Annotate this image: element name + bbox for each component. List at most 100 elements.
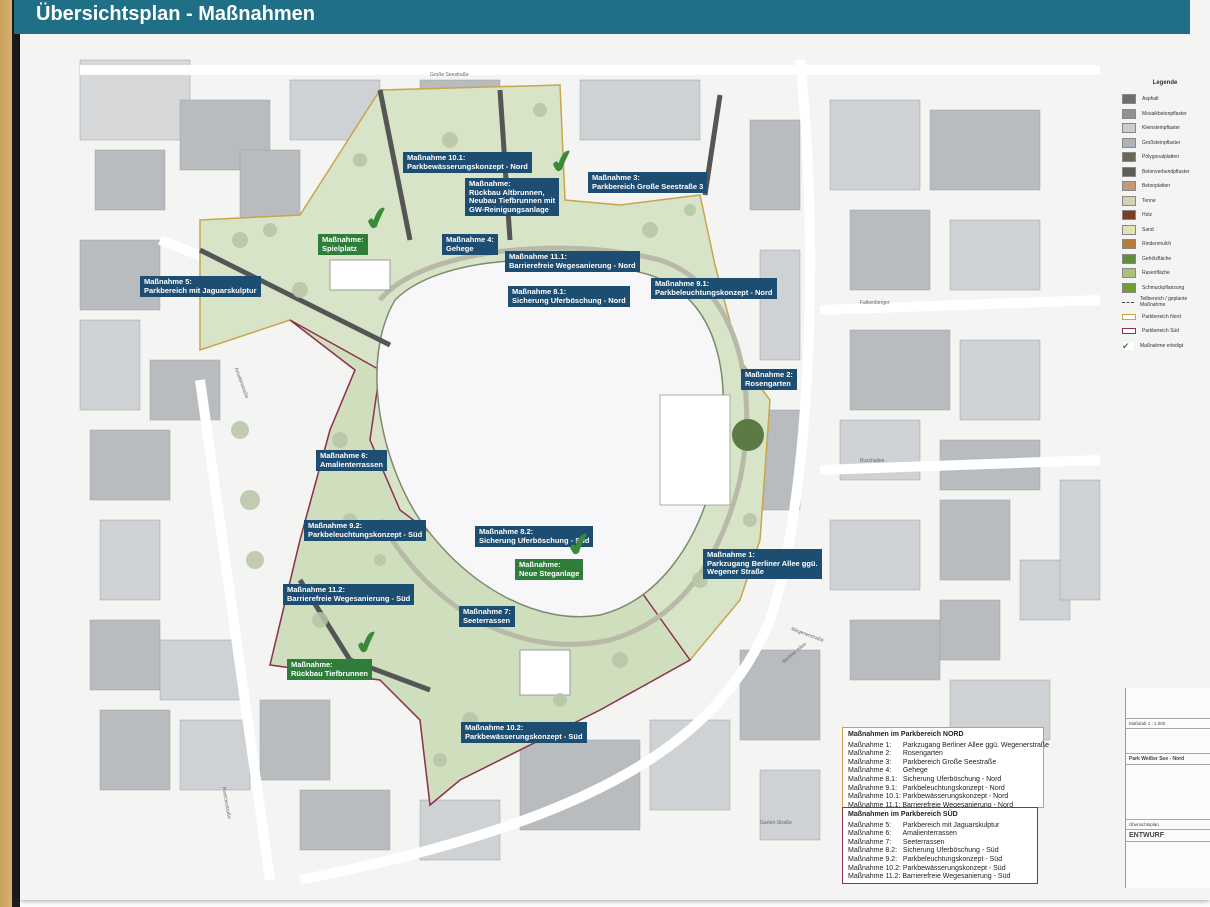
sued-measure-item: Maßnahme 6: Amalienterrassen xyxy=(848,830,957,838)
legend-label: Parkbereich Süd xyxy=(1142,328,1179,335)
sued-measure-item: Maßnahme 10.2: Parkbewässerungskonzept -… xyxy=(848,864,1006,872)
rosengarten-feature xyxy=(732,419,764,451)
label-massnahme-10-2[interactable]: Maßnahme 10.2: Parkbewässerungskonzept - … xyxy=(461,722,587,743)
legend-swatch xyxy=(1122,268,1136,279)
legend-swatch xyxy=(1122,108,1136,119)
legend-label: Sand xyxy=(1142,226,1154,233)
legend-item: Teilbereich / geplante Maßnahme xyxy=(1122,295,1208,310)
nord-measure-item: Maßnahme 4: Gehege xyxy=(848,767,928,775)
legend-swatch xyxy=(1122,328,1136,335)
label-massnahme-2[interactable]: Maßnahme 2: Rosengarten xyxy=(741,369,797,390)
legend-label: Teilbereich / geplante Maßnahme xyxy=(1140,296,1188,309)
legend-label: Maßnahme erledigt xyxy=(1140,342,1184,349)
legend-item: Betonverbundpflaster xyxy=(1122,165,1208,180)
label-massnahme-6[interactable]: Maßnahme 6: Amalienterrassen xyxy=(316,450,387,471)
label-massnahme-10-1[interactable]: Maßnahme 10.1: Parkbewässerungskonzept - … xyxy=(403,152,532,173)
legend-item: ✔ Maßnahme erledigt xyxy=(1122,339,1208,354)
dates-row xyxy=(1126,729,1210,754)
legend-item: Holz xyxy=(1122,208,1208,223)
legend-item: Schmuckpflanzung xyxy=(1122,281,1208,296)
legend-label: Gehölzfläche xyxy=(1142,255,1172,262)
spielplatz-feature xyxy=(329,259,391,291)
project-name: Park Weißer See - Nord xyxy=(1126,754,1210,765)
nord-measures-box: Maßnahmen im Parkbereich NORD Maßnahme 1… xyxy=(842,727,1050,809)
nord-measure-item: Maßnahme 8.1: Sicherung Uferböschung - N… xyxy=(848,775,1002,783)
plan-status: ENTWURF xyxy=(1126,830,1210,842)
sued-measure-item: Maßnahme 5: Parkbereich mit Jaguarskulpt… xyxy=(848,821,1000,829)
legend-swatch xyxy=(1122,137,1136,148)
legend-swatch xyxy=(1122,195,1136,206)
street-label: Garten-Straße xyxy=(760,820,792,826)
legend-swatch xyxy=(1122,253,1136,264)
legend-item: Asphalt xyxy=(1122,92,1208,107)
nord-measure-item: Maßnahme 2: Rosengarten xyxy=(848,750,943,758)
building-east xyxy=(659,394,731,506)
label-massnahme-1[interactable]: Maßnahme 1: Parkzugang Berliner Allee ggü… xyxy=(703,549,822,579)
legend-swatch: ✔ xyxy=(1122,341,1134,350)
label-massnahme-7[interactable]: Maßnahme 7: Seeterrassen xyxy=(459,606,515,627)
legend-label: Polygonalplatten xyxy=(1142,154,1179,161)
label-spielplatz[interactable]: Maßnahme: Spielplatz xyxy=(318,234,368,255)
legend-label: Betonverbundpflaster xyxy=(1142,168,1190,175)
nord-measure-item: Maßnahme 10.1: Parkbewässerungskonzept -… xyxy=(848,793,1009,801)
legend-swatch xyxy=(1122,94,1136,105)
label-massnahme-11-1[interactable]: Maßnahme 11.1: Barrierefreie Wegesanierun… xyxy=(505,251,640,272)
label-massnahme-9-2[interactable]: Maßnahme 9.2: Parkbeleuchtungskonzept - S… xyxy=(304,520,427,541)
legend-label: Parkbereich Nord xyxy=(1142,313,1181,320)
legend-label: Holz xyxy=(1142,212,1153,219)
street-label: Buschallee xyxy=(860,458,885,464)
scale-row: Maßstab 1 : 1.000 xyxy=(1126,719,1210,729)
street-label: Große Seestraße xyxy=(430,72,469,78)
legend-item: Rasenfläche xyxy=(1122,266,1208,281)
sued-measure-item: Maßnahme 7: Seeterrassen xyxy=(848,838,945,846)
legend-label: Betonplatten xyxy=(1142,183,1171,190)
legend-label: Mosaikbetonpflaster xyxy=(1142,110,1187,117)
legend-swatch xyxy=(1122,152,1136,163)
label-massnahme-8-1[interactable]: Maßnahme 8.1: Sicherung Uferböschung - No… xyxy=(508,286,630,307)
legend-swatch xyxy=(1122,224,1136,235)
legend-item: Rindenmulch xyxy=(1122,237,1208,252)
legend-swatch xyxy=(1122,313,1136,320)
plan-title-block: Maßstab 1 : 1.000 Park Weißer See - Nord… xyxy=(1125,688,1210,888)
revision-rows xyxy=(1126,688,1210,719)
legend-item: Betonplatten xyxy=(1122,179,1208,194)
label-rueckbau-altbrunnen[interactable]: Maßnahme: Rückbau Altbrunnen, Neubau Tiefb… xyxy=(465,178,560,216)
sued-measure-item: Maßnahme 8.2: Sicherung Uferböschung - S… xyxy=(848,847,999,855)
nord-measure-item: Maßnahme 1: Parkzugang Berliner Allee gg… xyxy=(848,741,1050,749)
sued-measure-item: Maßnahme 11.2: Barrierefreie Wegesanieru… xyxy=(848,873,1011,881)
legend-label: Asphalt xyxy=(1142,96,1159,103)
legend-swatch xyxy=(1122,210,1136,221)
legend-label: Rindenmulch xyxy=(1142,241,1172,248)
sued-measures-box: Maßnahmen im Parkbereich SÜD Maßnahme 5:… xyxy=(842,807,1038,884)
sued-measure-item: Maßnahme 9.2: Parkbeleuchtungskonzept - … xyxy=(848,855,1003,863)
legend-label: Schmuckpflanzung xyxy=(1142,284,1185,291)
legend-item: Polygonalplatten xyxy=(1122,150,1208,165)
plan-name: Übersichtsplan xyxy=(1126,820,1210,830)
label-massnahme-3[interactable]: Maßnahme 3: Parkbereich Große Seestraße 3 xyxy=(588,172,708,193)
legend-item: Mosaikbetonpflaster xyxy=(1122,107,1208,122)
legend-swatch xyxy=(1122,123,1136,134)
legend-swatch xyxy=(1122,239,1136,250)
legend: Legende Asphalt Mosaikbetonpflaster Kleins… xyxy=(1122,80,1208,353)
legend-swatch xyxy=(1122,166,1136,177)
legend-label: Großsteinpflaster xyxy=(1142,139,1181,146)
nord-measure-item: Maßnahme 9.1: Parkbeleuchtungskonzept - … xyxy=(848,784,1005,792)
label-massnahme-11-2[interactable]: Maßnahme 11.2: Barrierefreie Wegesanierun… xyxy=(283,584,415,605)
legend-item: Großsteinpflaster xyxy=(1122,136,1208,151)
label-massnahme-4[interactable]: Maßnahme 4: Gehege xyxy=(442,234,498,255)
label-massnahme-9-1[interactable]: Maßnahme 9.1: Parkbeleuchtungskonzept - N… xyxy=(651,278,777,299)
label-massnahme-5[interactable]: Maßnahme 5: Parkbereich mit Jaguarskulptu… xyxy=(140,276,261,297)
legend-title: Legende xyxy=(1152,80,1178,86)
legend-swatch xyxy=(1122,181,1136,192)
legend-swatch xyxy=(1122,282,1136,293)
legend-item: Kleinsteinpflaster xyxy=(1122,121,1208,136)
legend-label: Rasenfläche xyxy=(1142,270,1170,277)
legend-item: Parkbereich Nord xyxy=(1122,310,1208,325)
legend-swatch xyxy=(1122,301,1134,303)
legend-label: Kleinsteinpflaster xyxy=(1142,125,1181,132)
building-south xyxy=(519,649,571,696)
street-label: Falkenberger xyxy=(860,300,890,306)
legend-item: Sand xyxy=(1122,223,1208,238)
scale-value: 1 : 1.000 xyxy=(1147,721,1166,726)
legend-item: Parkbereich Süd xyxy=(1122,324,1208,339)
